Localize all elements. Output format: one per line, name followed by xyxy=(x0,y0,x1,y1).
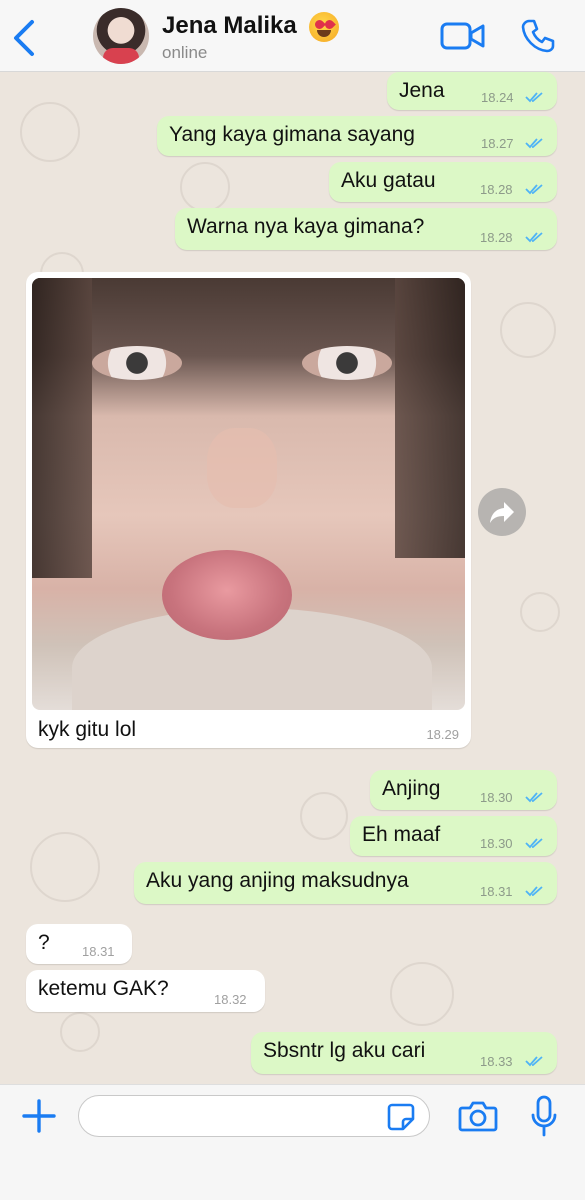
plus-icon xyxy=(22,1099,56,1133)
message-text: Jena xyxy=(399,79,445,102)
double-check-icon xyxy=(525,886,543,897)
message-bubble[interactable]: Yang kaya gimana sayang 18.27 xyxy=(157,116,557,156)
message-time: 18.27 xyxy=(481,136,514,151)
back-chevron-icon xyxy=(14,20,34,56)
message-bubble[interactable]: Eh maaf 18.30 xyxy=(350,816,557,856)
message-time: 18.33 xyxy=(480,1054,513,1069)
double-check-icon xyxy=(525,184,543,195)
message-time: 18.28 xyxy=(480,230,513,245)
video-call-icon xyxy=(440,22,485,50)
message-time: 18.31 xyxy=(480,884,513,899)
chat-header: Jena Malika online xyxy=(0,0,585,72)
message-time: 18.30 xyxy=(480,790,513,805)
back-button[interactable] xyxy=(8,18,40,58)
message-time: 18.32 xyxy=(214,992,247,1007)
message-time: 18.28 xyxy=(480,182,513,197)
double-check-icon xyxy=(525,1056,543,1067)
message-time: 18.30 xyxy=(480,836,513,851)
message-bubble[interactable]: Aku yang anjing maksudnya 18.31 xyxy=(134,862,557,904)
message-time: 18.31 xyxy=(82,944,115,959)
message-bubble[interactable]: Sbsntr lg aku cari 18.33 xyxy=(251,1032,557,1074)
double-check-icon xyxy=(525,838,543,849)
message-bubble[interactable]: Anjing 18.30 xyxy=(370,770,557,810)
message-photo[interactable] xyxy=(32,278,465,710)
message-bubble[interactable]: ketemu GAK? 18.32 xyxy=(26,970,265,1012)
heart-eyes-emoji-icon xyxy=(309,12,339,42)
message-input[interactable] xyxy=(78,1095,430,1137)
message-time: 18.29 xyxy=(426,727,459,742)
sticker-icon xyxy=(387,1103,415,1131)
composer-bar xyxy=(0,1084,585,1200)
message-bubble[interactable]: Aku gatau 18.28 xyxy=(329,162,557,202)
message-text: Aku gatau xyxy=(341,169,436,192)
message-text: Anjing xyxy=(382,777,441,800)
message-text: Warna nya kaya gimana? xyxy=(187,215,425,238)
share-forward-icon xyxy=(490,502,514,523)
sticker-button[interactable] xyxy=(386,1102,416,1132)
attach-button[interactable] xyxy=(20,1097,58,1135)
message-text: Sbsntr lg aku cari xyxy=(263,1039,426,1062)
chat-area[interactable]: Jena 18.24 Yang kaya gimana sayang 18.27… xyxy=(0,72,585,1084)
message-text: ketemu GAK? xyxy=(38,977,169,1000)
phone-call-button[interactable] xyxy=(520,18,556,54)
contact-status: online xyxy=(162,43,208,62)
double-check-icon xyxy=(525,232,543,243)
forward-button[interactable] xyxy=(478,488,526,536)
camera-icon xyxy=(458,1101,498,1132)
contact-name[interactable]: Jena Malika xyxy=(162,12,297,40)
microphone-icon xyxy=(531,1095,557,1137)
message-text: kyk gitu lol xyxy=(38,718,137,741)
message-text: Yang kaya gimana sayang xyxy=(169,123,415,146)
message-text: Eh maaf xyxy=(362,823,441,846)
message-bubble[interactable]: Warna nya kaya gimana? 18.28 xyxy=(175,208,557,250)
message-text: ? xyxy=(38,931,50,954)
message-time: 18.24 xyxy=(481,90,514,105)
message-bubble[interactable]: ? 18.31 xyxy=(26,924,132,964)
double-check-icon xyxy=(525,138,543,149)
double-check-icon xyxy=(525,792,543,803)
video-call-button[interactable] xyxy=(440,20,486,52)
contact-avatar[interactable] xyxy=(93,8,149,64)
double-check-icon xyxy=(525,92,543,103)
message-text: Aku yang anjing maksudnya xyxy=(146,869,409,892)
image-message[interactable]: kyk gitu lol 18.29 xyxy=(26,272,471,748)
microphone-button[interactable] xyxy=(530,1095,558,1137)
message-bubble[interactable]: Jena 18.24 xyxy=(387,72,557,110)
camera-button[interactable] xyxy=(458,1099,498,1133)
phone-call-icon xyxy=(521,19,555,53)
